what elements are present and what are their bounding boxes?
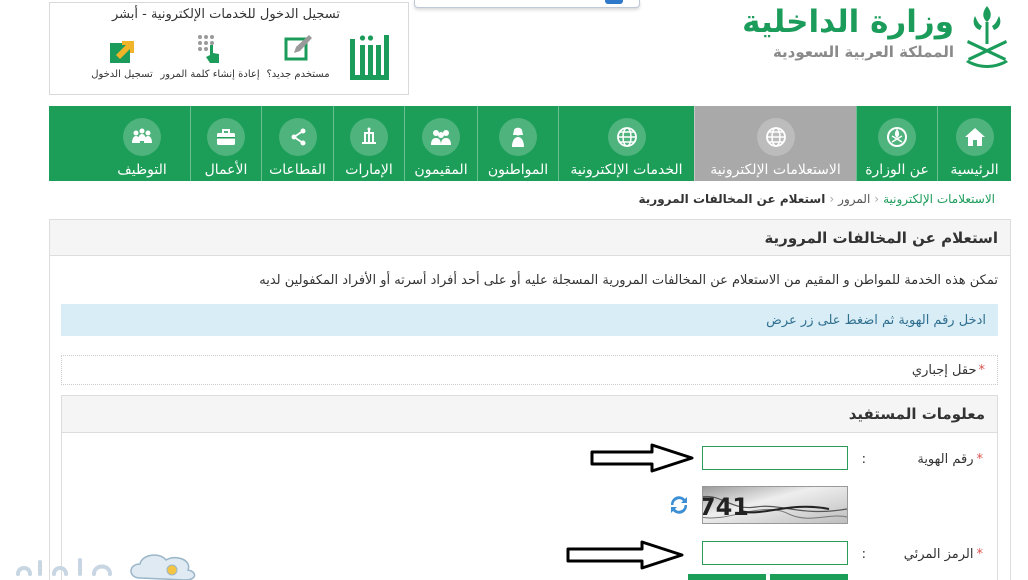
edit-icon	[284, 35, 312, 61]
globe-icon	[607, 118, 646, 156]
nav-item-home[interactable]: الرئيسية	[937, 106, 1011, 181]
nav-label: المواطنون	[487, 162, 549, 178]
new-user-link[interactable]: مستخدم جديد؟	[260, 33, 336, 80]
nav-item-about[interactable]: عن الوزارة	[856, 106, 937, 181]
nav-label: المقيمون	[414, 162, 468, 178]
nav-item-e-inquiries[interactable]: الاستعلامات الإلكترونية	[694, 106, 856, 181]
required-star: *	[978, 362, 986, 378]
captcha-code-label-text: الرمز المرئي	[903, 547, 974, 562]
breadcrumb-traffic[interactable]: المرور	[838, 192, 870, 206]
briefcase-icon	[207, 118, 245, 156]
top-search-box[interactable]	[414, 0, 640, 8]
nav-item-employment[interactable]: التوظيف	[94, 106, 190, 181]
emblem-icon	[878, 118, 916, 156]
site-header: وزارة الداخلية المملكة العربية السعودية …	[0, 0, 1028, 100]
nav-label: الاستعلامات الإلكترونية	[710, 162, 841, 178]
id-colon: :	[861, 452, 866, 467]
pointer-arrow-icon	[566, 540, 684, 570]
nav-item-e-services[interactable]: الخدمات الإلكترونية	[558, 106, 694, 181]
ministry-branding[interactable]: وزارة الداخلية المملكة العربية السعودية	[742, 0, 1014, 80]
beneficiary-title: معلومات المستفيد	[62, 396, 997, 433]
breadcrumb-current: استعلام عن المخالفات المرورية	[638, 192, 826, 206]
watermark-logo	[16, 554, 196, 580]
reset-password-label: إعادة إنشاء كلمة المرور	[160, 69, 260, 80]
captcha-code-input[interactable]	[702, 541, 848, 565]
employment-icon	[123, 118, 161, 156]
refresh-captcha-icon[interactable]	[667, 493, 691, 517]
ministry-name: وزارة الداخلية	[742, 4, 954, 40]
nav-item-emirates[interactable]: الإمارات	[333, 106, 404, 181]
emirates-icon	[350, 118, 388, 156]
nav-label: القطاعات	[269, 162, 326, 178]
sectors-icon	[278, 118, 317, 156]
kingdom-name: المملكة العربية السعودية	[772, 43, 954, 61]
panel-title: استعلام عن المخالفات المرورية	[50, 220, 1010, 256]
search-button[interactable]	[605, 0, 623, 4]
id-number-input[interactable]	[702, 446, 848, 470]
absher-links: مستخدم جديد؟ إعادة إنشاء كلمة المرور تسج…	[84, 33, 336, 80]
nav-item-citizens[interactable]: المواطنون	[477, 106, 558, 181]
touch-keypad-icon	[198, 35, 219, 63]
required-star: *	[976, 452, 984, 467]
clear-button[interactable]	[688, 574, 766, 580]
captcha-text: 5741	[702, 493, 749, 521]
main-nav: الرئيسية عن الوزارة الاستعلامات الإلكترو…	[49, 106, 1011, 181]
absher-logo[interactable]	[346, 31, 392, 83]
pointer-arrow-icon	[590, 443, 694, 473]
login-link[interactable]: تسجيل الدخول	[84, 33, 160, 80]
residents-icon	[422, 118, 460, 156]
nav-item-sectors[interactable]: القطاعات	[261, 106, 333, 181]
nav-item-business[interactable]: الأعمال	[190, 106, 261, 181]
login-arrow-icon	[110, 41, 134, 63]
info-alert: ادخل رقم الهوية ثم اضغط على زر عرض	[61, 304, 998, 336]
required-star: *	[976, 547, 984, 562]
reset-password-link[interactable]: إعادة إنشاء كلمة المرور	[160, 33, 260, 80]
traffic-violations-panel: استعلام عن المخالفات المرورية تمكن هذه ا…	[49, 219, 1011, 580]
globe-inquiry-icon	[756, 118, 795, 156]
captcha-image: 5741	[702, 486, 848, 524]
required-field-note: * حقل إجباري	[61, 355, 998, 385]
nav-label: الأعمال	[204, 162, 248, 178]
captcha-colon: :	[861, 547, 866, 562]
breadcrumb-separator: ‹	[829, 192, 835, 206]
show-button[interactable]	[770, 574, 848, 580]
nav-label: الإمارات	[345, 162, 393, 178]
saudi-emblem-icon	[966, 6, 1008, 68]
absher-title: تسجيل الدخول للخدمات الإلكترونية - أبشر	[111, 7, 340, 22]
nav-label: عن الوزارة	[865, 162, 929, 178]
login-label: تسجيل الدخول	[91, 69, 153, 80]
breadcrumb-e-inquiries[interactable]: الاستعلامات الإلكترونية	[883, 192, 995, 206]
breadcrumb-separator: ‹	[874, 192, 880, 206]
id-number-label-text: رقم الهوية	[917, 452, 974, 467]
nav-item-residents[interactable]: المقيمون	[404, 106, 477, 181]
id-number-label: *رقم الهوية	[917, 452, 983, 467]
absher-login-box: تسجيل الدخول للخدمات الإلكترونية - أبشر …	[49, 2, 409, 95]
nav-label: الخدمات الإلكترونية	[570, 162, 683, 178]
nav-label: الرئيسية	[950, 162, 999, 178]
captcha-code-label: *الرمز المرئي	[904, 547, 983, 562]
new-user-label: مستخدم جديد؟	[266, 69, 330, 80]
citizen-icon	[499, 118, 537, 156]
home-icon	[955, 118, 994, 156]
required-note-text: حقل إجباري	[911, 362, 977, 378]
breadcrumb: الاستعلامات الإلكترونية ‹ المرور ‹ استعل…	[639, 192, 995, 206]
service-description: تمكن هذه الخدمة للمواطن و المقيم من الاس…	[259, 273, 998, 288]
nav-label: التوظيف	[117, 162, 167, 178]
